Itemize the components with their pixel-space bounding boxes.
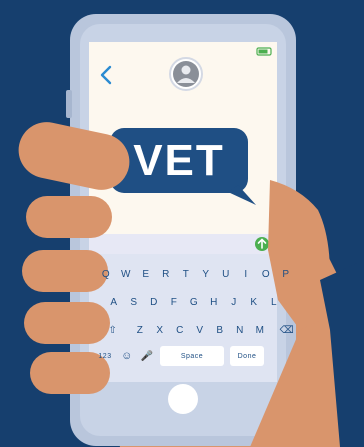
- keyboard-row-1: Q W E R T Y U I O P: [98, 264, 294, 284]
- key-c[interactable]: C: [172, 320, 188, 340]
- key-h[interactable]: H: [206, 292, 222, 312]
- message-input-bar: [89, 234, 277, 254]
- key-b[interactable]: B: [212, 320, 228, 340]
- key-n[interactable]: N: [232, 320, 248, 340]
- key-q[interactable]: Q: [98, 264, 114, 284]
- phone-illustration: [18, 14, 364, 447]
- keyboard-row-2: A S D F G H J K L: [106, 292, 282, 312]
- key-a[interactable]: A: [106, 292, 122, 312]
- key-j[interactable]: J: [226, 292, 242, 312]
- key-d[interactable]: D: [146, 292, 162, 312]
- emoji-icon[interactable]: ☺: [120, 346, 134, 366]
- keyboard-row-3: ⇧ Z X C V B N M ⌫: [98, 320, 302, 340]
- done-key[interactable]: Done: [230, 346, 264, 366]
- key-x[interactable]: X: [152, 320, 168, 340]
- key-v[interactable]: V: [192, 320, 208, 340]
- key-i[interactable]: I: [238, 264, 254, 284]
- key-g[interactable]: G: [186, 292, 202, 312]
- key-u[interactable]: U: [218, 264, 234, 284]
- key-l[interactable]: L: [266, 292, 282, 312]
- shift-icon[interactable]: ⇧: [98, 320, 128, 340]
- key-y[interactable]: Y: [198, 264, 214, 284]
- key-e[interactable]: E: [138, 264, 154, 284]
- key-m[interactable]: M: [252, 320, 268, 340]
- illustration: VET Q W E R T Y U I O P A S D F G H J K …: [0, 0, 364, 447]
- space-key[interactable]: Space: [160, 346, 224, 366]
- keyboard-row-4: 123 ☺ 🎤 Space Done: [96, 346, 264, 366]
- home-button: [168, 384, 198, 414]
- numbers-key[interactable]: 123: [96, 346, 114, 366]
- key-r[interactable]: R: [158, 264, 174, 284]
- microphone-icon[interactable]: 🎤: [140, 346, 154, 366]
- key-z[interactable]: Z: [132, 320, 148, 340]
- key-s[interactable]: S: [126, 292, 142, 312]
- key-t[interactable]: T: [178, 264, 194, 284]
- message-text: VET: [133, 136, 225, 185]
- key-k[interactable]: K: [246, 292, 262, 312]
- key-o[interactable]: O: [258, 264, 274, 284]
- phone-side-button: [66, 90, 72, 118]
- backspace-icon[interactable]: ⌫: [272, 320, 302, 340]
- key-w[interactable]: W: [118, 264, 134, 284]
- key-f[interactable]: F: [166, 292, 182, 312]
- key-p[interactable]: P: [278, 264, 294, 284]
